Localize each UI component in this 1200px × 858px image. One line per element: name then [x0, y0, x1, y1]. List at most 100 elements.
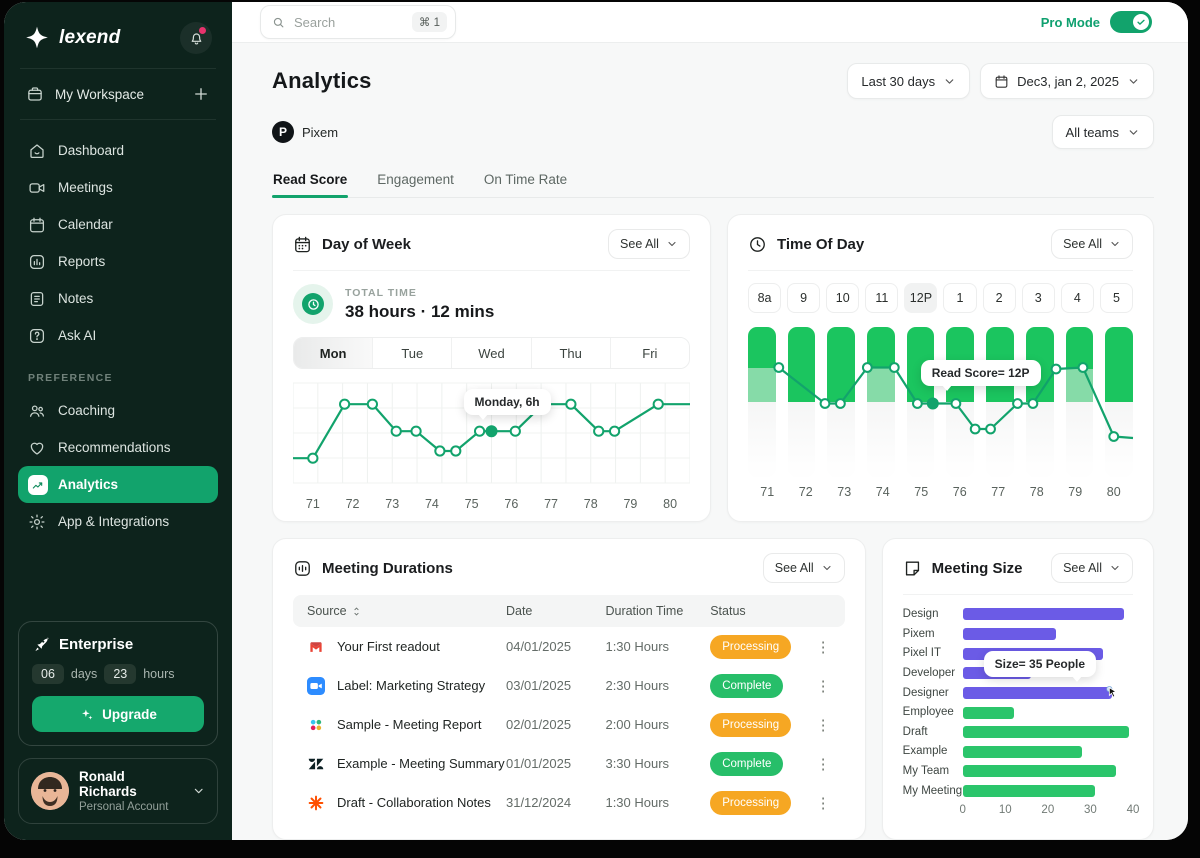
x-tick-label: 72 — [786, 485, 825, 499]
upgrade-button[interactable]: Upgrade — [32, 696, 204, 732]
time-segment-4[interactable]: 4 — [1061, 283, 1094, 313]
user-card[interactable]: Ronald Richards Personal Account — [18, 758, 218, 824]
status-cell: Processing — [710, 713, 799, 737]
time-segment-2[interactable]: 2 — [983, 283, 1016, 313]
all-teams-dropdown[interactable]: All teams — [1052, 115, 1154, 149]
sidebar-item-coaching[interactable]: Coaching — [18, 392, 218, 429]
table-row[interactable]: Example - Meeting Summary01/01/20253:30 … — [293, 744, 845, 783]
hbar-my-meeting[interactable] — [963, 785, 1095, 797]
hbar-track — [963, 726, 1133, 738]
sidebar-item-meetings[interactable]: Meetings — [18, 169, 218, 206]
search-shortcut: ⌘ 1 — [412, 12, 447, 32]
day-segment-mon[interactable]: Mon — [294, 338, 373, 368]
time-segment-8a[interactable]: 8a — [748, 283, 781, 313]
tab-read-score[interactable]: Read Score — [272, 163, 348, 197]
date-range-dropdown[interactable]: Last 30 days — [847, 63, 970, 99]
status-cell: Complete — [710, 674, 799, 698]
hbar-track — [963, 746, 1133, 758]
card-title: Meeting Durations — [322, 560, 453, 577]
day-of-week-x-axis: 71727374757677787980 — [293, 497, 690, 511]
hbar-label: My Team — [903, 765, 963, 778]
table-row[interactable]: Label: Marketing Strategy03/01/20252:30 … — [293, 666, 845, 705]
sidebar-item-notes[interactable]: Notes — [18, 280, 218, 317]
toggle-check-icon — [1136, 17, 1146, 27]
search-input[interactable]: Search ⌘ 1 — [260, 5, 456, 39]
table-row[interactable]: Sample - Meeting Report02/01/20252:00 Ho… — [293, 705, 845, 744]
hbar-my-team[interactable] — [963, 765, 1116, 777]
all-teams-value: All teams — [1066, 125, 1119, 140]
day-segment-thu[interactable]: Thu — [532, 338, 611, 368]
pro-mode-toggle[interactable] — [1110, 11, 1152, 33]
zapier-icon — [307, 794, 325, 812]
table-row[interactable]: Draft - Collaboration Notes31/12/20241:3… — [293, 783, 845, 822]
see-all-dropdown[interactable]: See All — [763, 553, 845, 583]
meeting-duration: 3:30 Hours — [605, 756, 710, 771]
workspace-label: My Workspace — [55, 87, 144, 102]
see-all-dropdown[interactable]: See All — [608, 229, 690, 259]
row-menu-button[interactable]: ⋮ — [799, 638, 830, 656]
sidebar-item-analytics[interactable]: Analytics — [18, 466, 218, 503]
preference-menu: CoachingRecommendationsAnalyticsApp & In… — [18, 392, 218, 540]
meeting-name: Draft - Collaboration Notes — [307, 794, 506, 812]
hbar-label: Pixem — [903, 628, 963, 641]
meeting-name: Label: Marketing Strategy — [307, 677, 506, 695]
day-segment-fri[interactable]: Fri — [611, 338, 689, 368]
meeting-date: 31/12/2024 — [506, 795, 605, 810]
time-segment-5[interactable]: 5 — [1100, 283, 1133, 313]
hbar-design[interactable] — [963, 608, 1125, 620]
time-segment-9[interactable]: 9 — [787, 283, 820, 313]
hbar-track — [963, 765, 1133, 777]
row-menu-button[interactable]: ⋮ — [799, 755, 830, 773]
row-menu-button[interactable]: ⋮ — [799, 677, 830, 695]
note-icon — [28, 290, 46, 308]
hbar-draft[interactable] — [963, 726, 1129, 738]
time-segment-12p[interactable]: 12P — [904, 283, 937, 313]
meeting-title: Label: Marketing Strategy — [337, 678, 485, 693]
row-menu-button[interactable]: ⋮ — [799, 716, 830, 734]
meeting-date: 01/01/2025 — [506, 756, 605, 771]
sidebar-item-app-integrations[interactable]: App & Integrations — [18, 503, 218, 540]
sidebar-item-ask-ai[interactable]: Ask AI — [18, 317, 218, 354]
day-segment-wed[interactable]: Wed — [452, 338, 531, 368]
day-segment-tue[interactable]: Tue — [373, 338, 452, 368]
user-account-type: Personal Account — [79, 801, 182, 813]
notification-bell-button[interactable] — [180, 22, 212, 54]
time-of-day-x-axis: 71727374757677787980 — [748, 485, 1133, 499]
status-badge: Processing — [710, 635, 791, 659]
sidebar-item-recommendations[interactable]: Recommendations — [18, 429, 218, 466]
hbar-row: Design — [903, 608, 1133, 621]
hbar-example[interactable] — [963, 746, 1082, 758]
column-header-source[interactable]: Source — [307, 604, 506, 618]
hbar-employee[interactable] — [963, 707, 1014, 719]
row-menu-button[interactable]: ⋮ — [799, 794, 830, 812]
hbar-track — [963, 608, 1133, 620]
day-of-week-chart: Monday, 6h — [293, 381, 690, 489]
date-dropdown[interactable]: Dec3, jan 2, 2025 — [980, 63, 1154, 99]
hbar-label: Designer — [903, 687, 963, 700]
see-all-dropdown[interactable]: See All — [1051, 553, 1133, 583]
tab-on-time-rate[interactable]: On Time Rate — [483, 163, 568, 197]
sidebar-item-label: Dashboard — [58, 143, 124, 158]
meeting-title: Sample - Meeting Report — [337, 717, 482, 732]
add-workspace-button[interactable] — [192, 85, 210, 103]
sidebar-item-calendar[interactable]: Calendar — [18, 206, 218, 243]
sidebar-item-reports[interactable]: Reports — [18, 243, 218, 280]
time-segment-10[interactable]: 10 — [826, 283, 859, 313]
table-row[interactable]: Your First readout04/01/20251:30 HoursPr… — [293, 627, 845, 666]
time-segment-3[interactable]: 3 — [1022, 283, 1055, 313]
calendar-icon — [293, 235, 312, 254]
time-segment-1[interactable]: 1 — [943, 283, 976, 313]
hbar-row: Pixem — [903, 628, 1133, 641]
see-all-dropdown[interactable]: See All — [1051, 229, 1133, 259]
hbar-designer[interactable] — [963, 687, 1112, 699]
search-placeholder: Search — [294, 15, 404, 30]
tab-engagement[interactable]: Engagement — [376, 163, 455, 197]
sidebar-item-dashboard[interactable]: Dashboard — [18, 132, 218, 169]
workspace-row[interactable]: My Workspace — [18, 71, 218, 117]
hbar-row: Draft — [903, 726, 1133, 739]
status-cell: Processing — [710, 791, 799, 815]
gear-icon — [28, 513, 46, 531]
hbar-pixem[interactable] — [963, 628, 1057, 640]
sidebar-item-label: Meetings — [58, 180, 113, 195]
time-segment-11[interactable]: 11 — [865, 283, 898, 313]
